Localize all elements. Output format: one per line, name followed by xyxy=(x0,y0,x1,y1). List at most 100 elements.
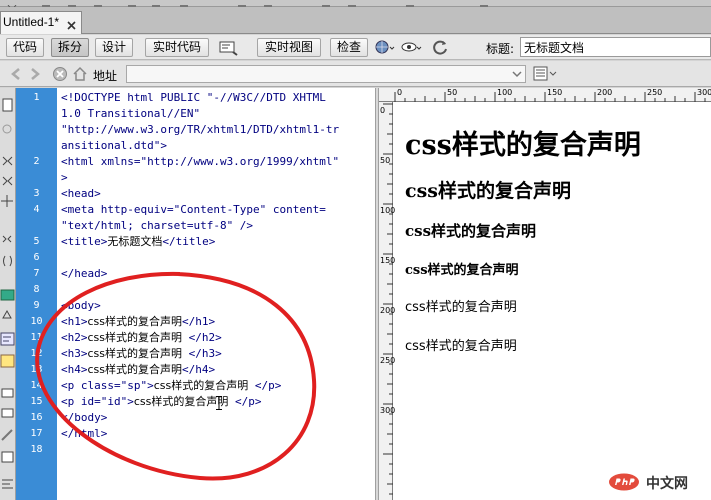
code-line[interactable]: </head> xyxy=(61,266,107,282)
remove-comment-icon[interactable] xyxy=(0,406,15,420)
code-line[interactable]: ansitional.dtd"> xyxy=(61,138,167,154)
tool-icon[interactable] xyxy=(404,0,416,10)
preview-paragraph-id[interactable]: css样式的复合声明 xyxy=(405,335,517,354)
code-line[interactable]: <h1>css样式的复合声明</h1> xyxy=(61,314,215,330)
back-icon[interactable] xyxy=(8,66,24,82)
code-text: css样式的复合声明 xyxy=(87,347,183,360)
stop-icon[interactable] xyxy=(52,66,68,82)
chevron-down-icon[interactable] xyxy=(509,66,525,82)
code-view-button[interactable]: 代码 xyxy=(6,38,44,57)
highlight-invalid-code-icon[interactable] xyxy=(0,308,15,322)
split-view-button[interactable]: 拆分 xyxy=(51,38,89,57)
tool-icon[interactable] xyxy=(6,0,18,11)
tool-icon[interactable] xyxy=(66,0,78,10)
tool-icon[interactable] xyxy=(478,0,490,10)
forward-icon[interactable] xyxy=(27,66,43,82)
code-line[interactable]: <head> xyxy=(61,186,101,202)
collapse-selection-icon[interactable] xyxy=(0,174,15,188)
code-text: css样式的复合声明 xyxy=(133,395,229,408)
ruler-mark: 250 xyxy=(380,356,396,365)
preview-h3[interactable]: css样式的复合声明 xyxy=(405,220,536,241)
syntax-error-alerts-icon[interactable] xyxy=(0,354,15,368)
select-parent-tag-icon[interactable] xyxy=(0,232,15,246)
code-line[interactable]: "http://www.w3.org/TR/xhtml1/DTD/xhtml1-… xyxy=(61,122,339,138)
coding-toolbar xyxy=(0,88,16,500)
inspect-button[interactable]: 检查 xyxy=(330,38,368,57)
tool-icon[interactable] xyxy=(320,0,332,10)
code-line[interactable]: <h3>css样式的复合声明 </h3> xyxy=(61,346,222,362)
line-number: 10 xyxy=(30,316,43,327)
code-line[interactable]: <h2>css样式的复合声明 </h2> xyxy=(61,330,222,346)
code-line[interactable]: <html xmlns="http://www.w3.org/1999/xhtm… xyxy=(61,154,339,170)
preview-paragraph-sp[interactable]: css样式的复合声明 xyxy=(405,296,517,315)
tool-icon[interactable] xyxy=(236,0,248,10)
document-tab[interactable]: Untitled-1* xyxy=(0,11,82,34)
tool-icon[interactable] xyxy=(126,0,138,10)
visual-aids-icon[interactable] xyxy=(400,38,422,57)
ruler-mark: 50 xyxy=(380,156,391,165)
address-input[interactable] xyxy=(126,65,526,83)
line-number: 18 xyxy=(30,444,43,455)
inspect-options-icon[interactable] xyxy=(217,38,239,57)
document-toolbar: 代码 拆分 设计 实时代码 实时视图 检查 标题: xyxy=(0,35,711,60)
code-line[interactable]: </html> xyxy=(61,426,107,442)
preview-h1[interactable]: css样式的复合声明 xyxy=(405,123,641,162)
expand-all-icon[interactable] xyxy=(0,194,15,208)
code-line[interactable]: <meta http-equiv="Content-Type" content= xyxy=(61,202,326,218)
line-numbers-icon[interactable] xyxy=(0,288,15,302)
code-line[interactable]: <h4>css样式的复合声明</h4> xyxy=(61,362,215,378)
code-line[interactable]: <p id="id">css样式的复合声明 </p> xyxy=(61,394,262,410)
tool-icon[interactable] xyxy=(178,0,190,10)
code-tag: <h3> xyxy=(61,347,88,360)
line-number: 11 xyxy=(30,332,43,343)
title-field[interactable] xyxy=(520,37,711,57)
balance-braces-icon[interactable] xyxy=(0,254,15,268)
php-logo-icon xyxy=(609,473,639,491)
tool-icon[interactable] xyxy=(40,0,52,10)
browser-options-icon[interactable] xyxy=(532,65,558,83)
apply-comment-icon[interactable] xyxy=(0,386,15,400)
document-tab-label: Untitled-1* xyxy=(3,15,60,29)
line-number: 12 xyxy=(30,348,43,359)
ruler-mark: 50 xyxy=(447,88,458,97)
tool-icon[interactable] xyxy=(262,0,274,10)
preview-h4[interactable]: css样式的复合声明 xyxy=(405,259,519,278)
ruler-mark: 150 xyxy=(547,88,563,97)
code-line[interactable]: <title>无标题文档</title> xyxy=(61,234,215,250)
tool-icon[interactable] xyxy=(346,0,358,10)
code-line[interactable]: "text/html; charset=utf-8" /> xyxy=(61,218,253,234)
collapse-tag-icon[interactable] xyxy=(0,154,15,168)
word-wrap-icon[interactable] xyxy=(0,332,15,346)
code-line[interactable]: > xyxy=(61,170,68,186)
watermark-text: 中文网 xyxy=(646,476,688,492)
close-icon[interactable] xyxy=(66,17,77,30)
design-view[interactable]: 0 50 100 150 200 250 300 0 50 100 150 20… xyxy=(379,88,711,500)
globe-icon[interactable] xyxy=(373,38,395,57)
show-code-navigator-icon[interactable] xyxy=(0,122,15,136)
line-number: 13 xyxy=(30,364,43,375)
code-line[interactable]: <!DOCTYPE html PUBLIC "-//W3C//DTD XHTML xyxy=(61,90,326,106)
preview-h2[interactable]: css样式的复合声明 xyxy=(405,176,571,203)
code-line[interactable]: </body> xyxy=(61,410,107,426)
code-tag: </p> xyxy=(248,379,282,392)
live-view-button[interactable]: 实时视图 xyxy=(257,38,321,57)
refresh-icon[interactable] xyxy=(430,38,452,57)
open-documents-icon[interactable] xyxy=(0,98,15,112)
design-view-button[interactable]: 设计 xyxy=(95,38,133,57)
code-editor[interactable]: <!DOCTYPE html PUBLIC "-//W3C//DTD XHTML… xyxy=(57,88,375,500)
code-line[interactable]: <p class="sp">css样式的复合声明 </p> xyxy=(61,378,281,394)
home-icon[interactable] xyxy=(72,66,88,82)
format-source-icon[interactable] xyxy=(0,476,15,490)
tool-icon[interactable] xyxy=(92,0,104,10)
ruler-mark: 200 xyxy=(380,306,396,315)
ruler-mark: 300 xyxy=(380,406,396,415)
wrap-tag-icon[interactable] xyxy=(0,428,15,442)
line-number: 8 xyxy=(33,284,40,295)
tool-icon[interactable] xyxy=(150,0,162,10)
live-code-button[interactable]: 实时代码 xyxy=(145,38,209,57)
code-line[interactable]: <body> xyxy=(61,298,101,314)
recent-snippets-icon[interactable] xyxy=(0,450,15,464)
code-line[interactable]: 1.0 Transitional//EN" xyxy=(61,106,200,122)
code-tag: </title> xyxy=(162,235,216,248)
line-number: 3 xyxy=(33,188,40,199)
